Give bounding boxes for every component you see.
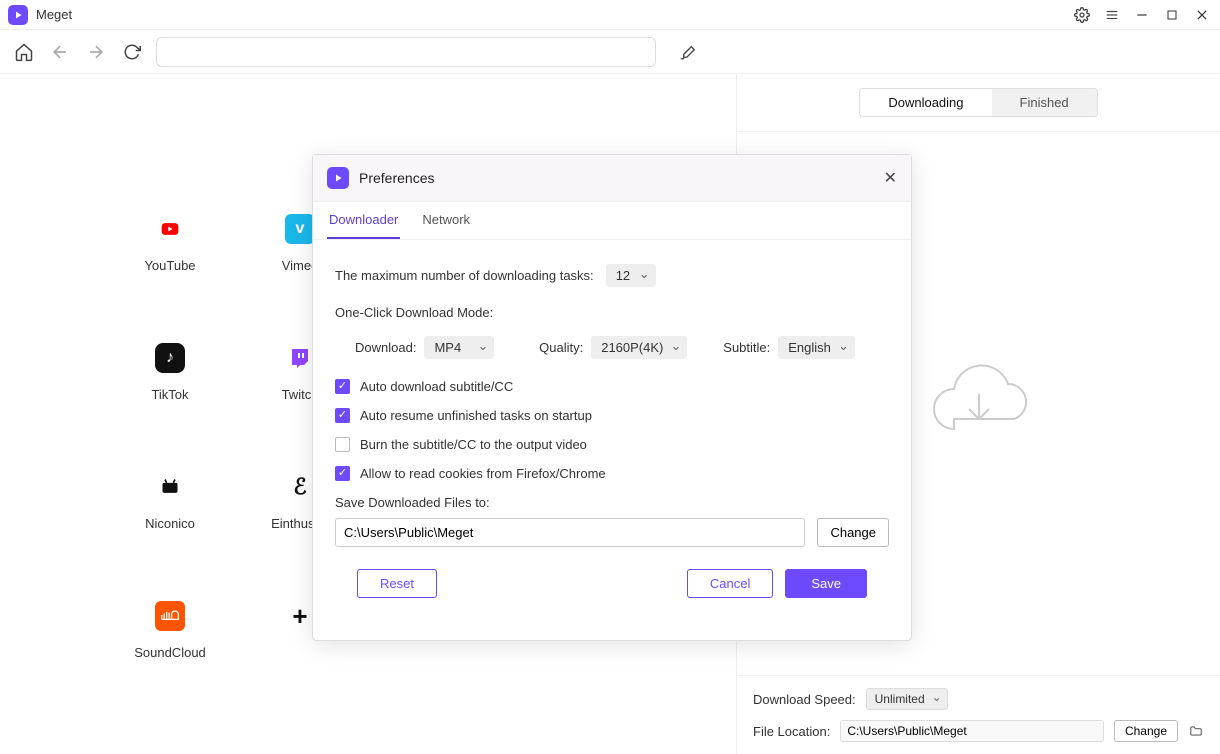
file-location-change-button[interactable]: Change xyxy=(1114,720,1178,742)
twitch-icon xyxy=(285,343,315,373)
site-label: SoundCloud xyxy=(134,645,206,660)
one-click-label: One-Click Download Mode: xyxy=(335,305,889,320)
hamburger-menu-icon[interactable] xyxy=(1102,5,1122,25)
back-button[interactable] xyxy=(48,40,72,64)
file-location-input[interactable] xyxy=(840,720,1104,742)
downloads-tab-pill: Downloading Finished xyxy=(859,88,1097,117)
site-label: TikTok xyxy=(151,387,188,402)
soundcloud-icon xyxy=(155,601,185,631)
window-close-button[interactable] xyxy=(1192,5,1212,25)
save-to-label: Save Downloaded Files to: xyxy=(335,495,889,510)
window-minimize-button[interactable] xyxy=(1132,5,1152,25)
vimeo-icon: v xyxy=(285,214,315,244)
url-input[interactable] xyxy=(156,37,656,67)
reload-button[interactable] xyxy=(120,40,144,64)
forward-button[interactable] xyxy=(84,40,108,64)
cancel-button[interactable]: Cancel xyxy=(687,569,773,598)
brush-icon[interactable] xyxy=(674,40,698,64)
open-folder-icon[interactable] xyxy=(1188,723,1204,739)
youtube-icon xyxy=(155,214,185,244)
dialog-app-icon xyxy=(327,167,349,189)
download-format-dropdown[interactable]: MP4 xyxy=(424,336,494,359)
cloud-download-icon xyxy=(924,359,1034,449)
site-youtube[interactable]: YouTube xyxy=(105,214,235,273)
titlebar: Meget xyxy=(0,0,1220,30)
preferences-dialog: Preferences ✕ Downloader Network The max… xyxy=(312,154,912,641)
save-path-input[interactable] xyxy=(335,518,805,547)
download-speed-label: Download Speed: xyxy=(753,692,856,707)
checkbox-burn-subtitle[interactable] xyxy=(335,437,350,452)
tab-finished[interactable]: Finished xyxy=(992,89,1097,116)
niconico-icon xyxy=(155,472,185,502)
site-niconico[interactable]: Niconico xyxy=(105,472,235,531)
subtitle-dropdown[interactable]: English xyxy=(778,336,855,359)
plus-icon: + xyxy=(285,601,315,631)
site-label: YouTube xyxy=(144,258,195,273)
dialog-title: Preferences xyxy=(359,170,434,186)
download-speed-select[interactable]: Unlimited xyxy=(866,688,948,710)
max-tasks-dropdown[interactable]: 12 xyxy=(606,264,656,287)
checkbox-auto-subtitle-label: Auto download subtitle/CC xyxy=(360,379,513,394)
save-button[interactable]: Save xyxy=(785,569,867,598)
checkbox-auto-resume-label: Auto resume unfinished tasks on startup xyxy=(360,408,592,423)
quality-dropdown[interactable]: 2160P(4K) xyxy=(591,336,687,359)
checkbox-read-cookies[interactable] xyxy=(335,466,350,481)
window-maximize-button[interactable] xyxy=(1162,5,1182,25)
download-format-label: Download: xyxy=(355,340,416,355)
checkbox-auto-subtitle[interactable] xyxy=(335,379,350,394)
app-name: Meget xyxy=(36,7,72,22)
home-button[interactable] xyxy=(12,40,36,64)
browser-toolbar xyxy=(0,30,1220,74)
checkbox-burn-subtitle-label: Burn the subtitle/CC to the output video xyxy=(360,437,587,452)
file-location-label: File Location: xyxy=(753,724,830,739)
save-path-change-button[interactable]: Change xyxy=(817,518,889,547)
settings-gear-icon[interactable] xyxy=(1072,5,1092,25)
einthusan-icon: ℰ xyxy=(285,472,315,502)
site-tiktok[interactable]: ♪ TikTok xyxy=(105,343,235,402)
dialog-close-button[interactable]: ✕ xyxy=(884,168,897,188)
checkbox-auto-resume[interactable] xyxy=(335,408,350,423)
app-logo-icon xyxy=(8,5,28,25)
tab-network[interactable]: Network xyxy=(420,202,472,239)
checkbox-read-cookies-label: Allow to read cookies from Firefox/Chrom… xyxy=(360,466,606,481)
tiktok-icon: ♪ xyxy=(155,343,185,373)
quality-label: Quality: xyxy=(539,340,583,355)
site-soundcloud[interactable]: SoundCloud xyxy=(105,601,235,660)
max-tasks-label: The maximum number of downloading tasks: xyxy=(335,268,594,283)
tab-downloading[interactable]: Downloading xyxy=(860,89,991,116)
site-label: Niconico xyxy=(145,516,195,531)
reset-button[interactable]: Reset xyxy=(357,569,437,598)
tab-downloader[interactable]: Downloader xyxy=(327,202,400,239)
subtitle-label: Subtitle: xyxy=(723,340,770,355)
